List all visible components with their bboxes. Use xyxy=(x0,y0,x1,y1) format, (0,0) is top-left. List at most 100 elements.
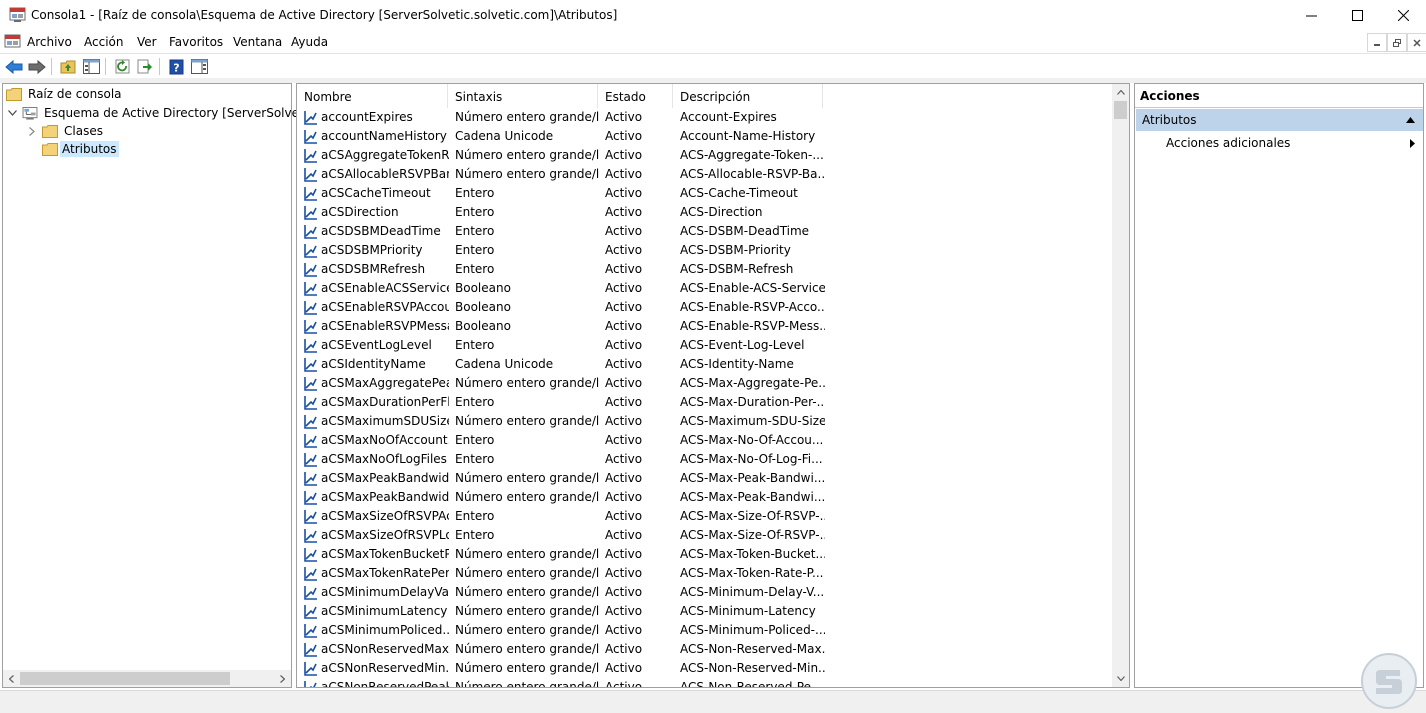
list-item[interactable]: accountExpires Número entero grande/l... A… xyxy=(297,109,1113,128)
list-item[interactable]: aCSCacheTimeout Entero Activo ACS-Cache-Tim… xyxy=(297,185,1113,204)
mmc-console-icon[interactable] xyxy=(4,34,21,50)
list-item[interactable]: aCSNonReservedMin... Número entero grande… xyxy=(297,660,1113,679)
tree-node-console-root[interactable]: Raíz de consola xyxy=(6,85,124,103)
cell-sintaxis: Entero xyxy=(455,224,495,238)
list-item[interactable]: aCSMaxSizeOfRSVPLo... Entero Activo ACS-Max… xyxy=(297,527,1113,546)
list-item[interactable]: aCSAllocableRSVPBan... Número entero gran… xyxy=(297,166,1113,185)
actions-section-atributos[interactable]: Atributos xyxy=(1136,109,1423,131)
menu-ayuda[interactable]: Ayuda xyxy=(291,35,328,49)
menu-ventana[interactable]: Ventana xyxy=(233,35,282,49)
expand-toggle[interactable] xyxy=(26,125,38,137)
child-minimize-button[interactable] xyxy=(1367,33,1387,52)
list-item[interactable]: aCSMaxDurationPerFl... Entero Activo ACS-Ma… xyxy=(297,394,1113,413)
column-header-nombre[interactable]: Nombre xyxy=(297,84,448,108)
list-item[interactable]: aCSEventLogLevel Entero Activo ACS-Event-Lo… xyxy=(297,337,1113,356)
column-header-descripcion[interactable]: Descripción xyxy=(673,84,823,108)
action-more-actions[interactable]: Acciones adicionales xyxy=(1166,136,1290,150)
tree-horizontal-scrollbar[interactable] xyxy=(3,670,291,687)
menu-ver[interactable]: Ver xyxy=(137,35,157,49)
show-hide-tree-button[interactable] xyxy=(81,57,101,76)
cell-sintaxis: Número entero grande/l... xyxy=(455,148,600,162)
cell-nombre: aCSMaxAggregatePea... xyxy=(321,376,449,390)
cell-sintaxis: Entero xyxy=(455,509,495,523)
cell-estado: Activo xyxy=(605,395,643,409)
cell-nombre: aCSMaximumSDUSize xyxy=(321,414,449,428)
up-one-level-button[interactable] xyxy=(58,57,78,76)
tree-node-label: Esquema de Active Directory [ServerSolve… xyxy=(44,106,332,120)
scroll-left-button[interactable] xyxy=(3,670,20,687)
scrollbar-thumb[interactable] xyxy=(20,672,230,685)
cell-estado: Activo xyxy=(605,471,643,485)
list-item[interactable]: accountNameHistory Cadena Unicode Activo Ac… xyxy=(297,128,1113,147)
list-item[interactable]: aCSMaxPeakBandwidt... Número entero grand… xyxy=(297,489,1113,508)
cell-estado: Activo xyxy=(605,148,643,162)
export-icon xyxy=(137,59,152,74)
expand-toggle[interactable] xyxy=(6,107,18,119)
cell-nombre: aCSMaxTokenBucketP... xyxy=(321,547,449,561)
list-item[interactable]: aCSIdentityName Cadena Unicode Activo ACS-I… xyxy=(297,356,1113,375)
list-item[interactable]: aCSMaxTokenBucketP... Número entero grand… xyxy=(297,546,1113,565)
attribute-icon xyxy=(304,548,317,562)
cell-descripcion: ACS-Minimum-Delay-V... xyxy=(680,585,825,599)
minimize-button[interactable] xyxy=(1288,0,1334,31)
back-button[interactable] xyxy=(4,57,24,76)
cell-estado: Activo xyxy=(605,357,643,371)
list-item[interactable]: aCSMinimumLatency Número entero grande/l.… xyxy=(297,603,1113,622)
list-item[interactable]: aCSMaxPeakBandwidth Número entero grande/… xyxy=(297,470,1113,489)
scrollbar-thumb[interactable] xyxy=(1114,101,1127,119)
toolbar-separator xyxy=(105,58,106,75)
child-close-button[interactable] xyxy=(1407,33,1426,52)
list-item[interactable]: aCSEnableACSService Booleano Activo ACS-Ena… xyxy=(297,280,1113,299)
attribute-icon xyxy=(304,339,317,353)
menu-bar: Archivo Acción Ver Favoritos Ventana Ayu… xyxy=(0,31,1426,53)
list-item[interactable]: aCSDSBMPriority Entero Activo ACS-DSBM-Prio… xyxy=(297,242,1113,261)
list-item[interactable]: aCSNonReservedPeak... Número entero grand… xyxy=(297,679,1113,687)
export-list-button[interactable] xyxy=(135,57,155,76)
tree-node-classes[interactable]: Clases xyxy=(26,122,105,140)
list-item[interactable]: aCSMaxTokenRatePer... Número entero grand… xyxy=(297,565,1113,584)
cell-sintaxis: Número entero grande/l... xyxy=(455,661,600,675)
column-header-sintaxis[interactable]: Sintaxis xyxy=(448,84,598,108)
column-header-estado[interactable]: Estado xyxy=(598,84,673,108)
list-item[interactable]: aCSDSBMRefresh Entero Activo ACS-DSBM-Refre… xyxy=(297,261,1113,280)
menu-accion[interactable]: Acción xyxy=(84,35,123,49)
list-item[interactable]: aCSDirection Entero Activo ACS-Direction xyxy=(297,204,1113,223)
submenu-arrow-icon[interactable] xyxy=(1410,139,1415,148)
refresh-button[interactable] xyxy=(112,57,132,76)
scroll-down-button[interactable] xyxy=(1112,670,1129,687)
list-item[interactable]: aCSAggregateTokenR... Número entero grand… xyxy=(297,147,1113,166)
cell-descripcion: ACS-Max-Token-Bucket... xyxy=(680,547,825,561)
list-item[interactable]: aCSDSBMDeadTime Entero Activo ACS-DSBM-Dead… xyxy=(297,223,1113,242)
show-hide-action-pane-button[interactable] xyxy=(189,57,209,76)
tree-node-label: Atributos xyxy=(60,141,119,157)
scroll-right-button[interactable] xyxy=(274,670,291,687)
cell-descripcion: ACS-DSBM-Priority xyxy=(680,243,791,257)
tree-node-ad-schema[interactable]: Esquema de Active Directory [ServerSolve… xyxy=(6,104,333,122)
cell-estado: Activo xyxy=(605,433,643,447)
menu-favoritos[interactable]: Favoritos xyxy=(169,35,223,49)
attribute-icon xyxy=(304,415,317,429)
cell-descripcion: ACS-Allocable-RSVP-Ba... xyxy=(680,167,825,181)
list-item[interactable]: aCSNonReservedMax... Número entero grande… xyxy=(297,641,1113,660)
list-item[interactable]: aCSMaxNoOfLogFiles Entero Activo ACS-Max-No… xyxy=(297,451,1113,470)
list-item[interactable]: aCSMaxAggregatePea... Número entero grand… xyxy=(297,375,1113,394)
cell-nombre: aCSMaxPeakBandwidth xyxy=(321,471,449,485)
cell-sintaxis: Entero xyxy=(455,338,495,352)
help-button[interactable]: ? xyxy=(166,57,186,76)
menu-archivo[interactable]: Archivo xyxy=(27,35,72,49)
list-item[interactable]: aCSMaxNoOfAccount... Entero Activo ACS-Max-… xyxy=(297,432,1113,451)
list-item[interactable]: aCSMaximumSDUSize Número entero grande/l.… xyxy=(297,413,1113,432)
list-item[interactable]: aCSMaxSizeOfRSVPAc... Entero Activo ACS-Max… xyxy=(297,508,1113,527)
cell-sintaxis: Entero xyxy=(455,205,495,219)
tree-node-attributes[interactable]: Atributos xyxy=(42,140,119,158)
list-item[interactable]: aCSMinimumDelayVa... Número entero grande… xyxy=(297,584,1113,603)
child-restore-button[interactable] xyxy=(1387,33,1407,52)
close-button[interactable] xyxy=(1380,0,1426,31)
maximize-button[interactable] xyxy=(1334,0,1380,31)
list-item[interactable]: aCSEnableRSVPMessa... Booleano Activo ACS-E… xyxy=(297,318,1113,337)
forward-button[interactable] xyxy=(27,57,47,76)
list-vertical-scrollbar[interactable] xyxy=(1112,84,1129,687)
scroll-up-button[interactable] xyxy=(1112,84,1129,101)
list-item[interactable]: aCSMinimumPoliced... Número entero grande… xyxy=(297,622,1113,641)
list-item[interactable]: aCSEnableRSVPAccou... Booleano Activo ACS-E… xyxy=(297,299,1113,318)
